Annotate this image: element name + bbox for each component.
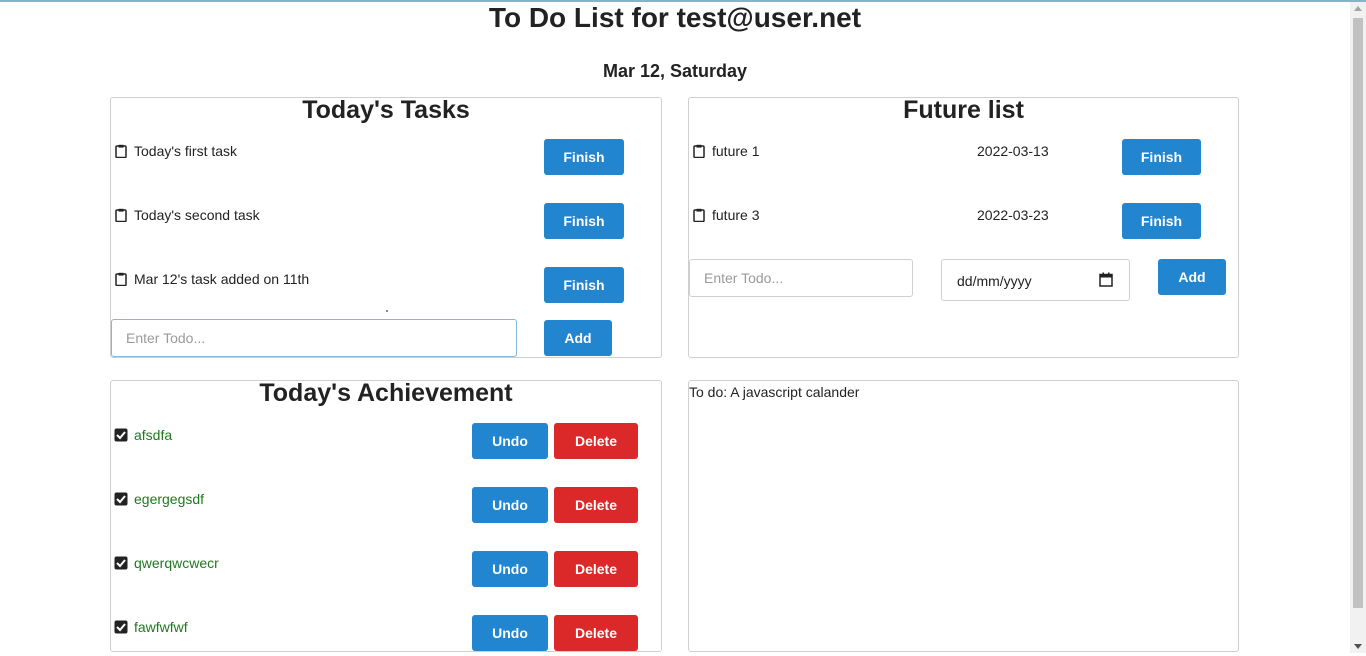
finish-button[interactable]: Finish: [544, 139, 624, 175]
future-todo-input[interactable]: [689, 259, 913, 297]
achievement-panel: Today's Achievement afsdfa Undo Delete e…: [110, 379, 662, 652]
delete-button[interactable]: Delete: [554, 423, 638, 459]
achievement-label: fawfwfwf: [134, 619, 188, 635]
current-date: Mar 12, Saturday: [602, 61, 748, 81]
divider-dot: [386, 310, 388, 312]
notes-panel: To do: A javascript calander: [688, 380, 1239, 652]
clipboard-icon: [693, 208, 705, 222]
checked-box-icon: [114, 492, 128, 506]
future-date-input[interactable]: dd/mm/yyyy: [941, 259, 1130, 301]
future-task-date: 2022-03-23: [977, 207, 1049, 223]
achievement-label: egergegsdf: [134, 491, 205, 507]
date-placeholder: dd/mm/yyyy: [957, 273, 1032, 289]
today-tasks-title: Today's Tasks: [302, 96, 470, 124]
achievement-title: Today's Achievement: [259, 379, 513, 407]
undo-button[interactable]: Undo: [472, 487, 548, 523]
undo-button[interactable]: Undo: [472, 615, 548, 651]
task-label: Mar 12's task added on 11th: [134, 271, 310, 287]
today-todo-input[interactable]: [111, 319, 517, 357]
achievement-row: fawfwfwf Undo Delete: [111, 615, 661, 656]
task-row: Mar 12's task added on 11th Finish: [111, 267, 661, 308]
achievement-row: qwerqwcwecr Undo Delete: [111, 551, 661, 592]
add-today-button[interactable]: Add: [544, 320, 612, 356]
add-future-button[interactable]: Add: [1158, 259, 1226, 295]
page-scrollbar[interactable]: [1350, 2, 1366, 653]
achievement-row: egergegsdf Undo Delete: [111, 487, 661, 528]
checked-box-icon: [114, 556, 128, 570]
finish-button[interactable]: Finish: [1122, 203, 1201, 239]
note-text: To do: A javascript calander: [689, 384, 860, 400]
clipboard-icon: [115, 208, 127, 222]
task-row: Today's second task Finish: [111, 203, 661, 244]
scrollbar-thumb[interactable]: [1353, 18, 1363, 608]
today-tasks-panel: Today's Tasks Today's first task Finish …: [110, 96, 662, 358]
finish-button[interactable]: Finish: [544, 203, 624, 239]
future-task-row: future 1 2022-03-13 Finish: [689, 139, 1238, 180]
delete-button[interactable]: Delete: [554, 487, 638, 523]
clipboard-icon: [693, 144, 705, 158]
undo-button[interactable]: Undo: [472, 423, 548, 459]
achievement-label: afsdfa: [134, 427, 173, 443]
undo-button[interactable]: Undo: [472, 551, 548, 587]
page-title: To Do List for test@user.net: [488, 2, 862, 33]
future-list-panel: Future list future 1 2022-03-13 Finish f…: [688, 96, 1239, 358]
delete-button[interactable]: Delete: [554, 615, 638, 651]
task-label: Today's second task: [134, 207, 260, 223]
finish-button[interactable]: Finish: [544, 267, 624, 303]
calendar-icon[interactable]: [1099, 272, 1113, 287]
future-task-date: 2022-03-13: [977, 143, 1049, 159]
checked-box-icon: [114, 620, 128, 634]
future-task-label: future 3: [712, 207, 760, 223]
task-row: Today's first task Finish: [111, 139, 661, 180]
clipboard-icon: [115, 272, 127, 286]
finish-button[interactable]: Finish: [1122, 139, 1201, 175]
task-label: Today's first task: [134, 143, 238, 159]
achievement-row: afsdfa Undo Delete: [111, 423, 661, 464]
future-list-title: Future list: [903, 96, 1024, 124]
achievement-label: qwerqwcwecr: [134, 555, 219, 571]
scroll-down-arrow-icon[interactable]: [1354, 644, 1362, 649]
future-task-row: future 3 2022-03-23 Finish: [689, 203, 1238, 244]
clipboard-icon: [115, 144, 127, 158]
scroll-up-arrow-icon[interactable]: [1354, 6, 1362, 11]
checked-box-icon: [114, 428, 128, 442]
future-task-label: future 1: [712, 143, 760, 159]
delete-button[interactable]: Delete: [554, 551, 638, 587]
